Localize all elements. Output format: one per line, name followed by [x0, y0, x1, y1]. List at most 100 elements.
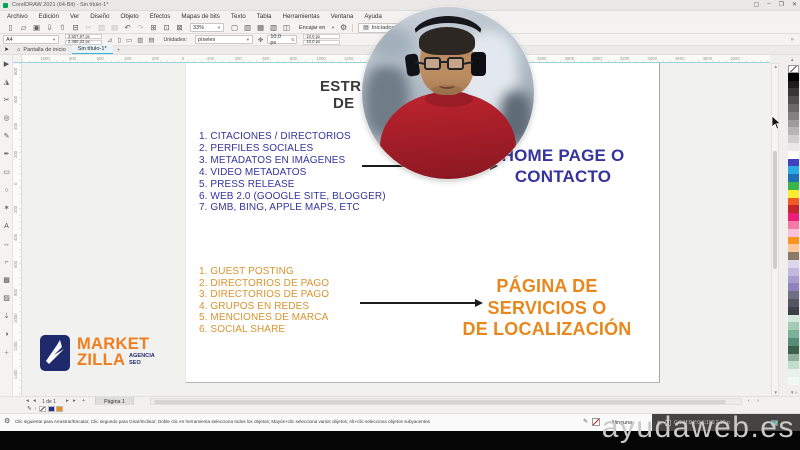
- pick-tool[interactable]: ▶: [0, 58, 13, 72]
- nudge-distance-field[interactable]: 10,0 px ⇅: [267, 35, 297, 44]
- close-icon[interactable]: ✕: [792, 1, 797, 8]
- palette-swatch[interactable]: [788, 151, 799, 159]
- minimize-icon[interactable]: –: [767, 1, 770, 8]
- show-rulers-icon[interactable]: ▥: [241, 22, 254, 34]
- palette-swatch[interactable]: [788, 198, 799, 206]
- export-icon[interactable]: ⇧: [56, 22, 69, 34]
- palette-swatch[interactable]: [788, 276, 799, 284]
- menu-item[interactable]: Archivo: [7, 13, 28, 20]
- status-gear-icon[interactable]: ⚙: [4, 417, 10, 425]
- no-color-swatch[interactable]: [788, 65, 799, 73]
- palette-swatch[interactable]: [788, 330, 799, 338]
- offpage-strategy-list[interactable]: 1. GUEST POSTING2. DIRECTORIOS DE PAGO3.…: [199, 266, 329, 336]
- page-size-select[interactable]: A4 ▼: [3, 35, 59, 44]
- text-tool[interactable]: A: [0, 220, 13, 234]
- import-icon[interactable]: ⇩: [43, 22, 56, 34]
- palette-swatch[interactable]: [788, 159, 799, 167]
- dimension-tool[interactable]: ↔: [0, 238, 13, 252]
- palette-swatch[interactable]: [788, 322, 799, 330]
- show-grid-icon[interactable]: ▦: [254, 22, 267, 34]
- palette-swatch[interactable]: [788, 252, 799, 260]
- fit-page-dropdown[interactable]: Encajar en ▼: [297, 23, 337, 32]
- menu-item[interactable]: Texto: [231, 13, 246, 20]
- artistic-media-tool[interactable]: ✒: [0, 148, 13, 162]
- zoom-tool[interactable]: ◎: [0, 112, 13, 126]
- palette-swatch[interactable]: [788, 369, 799, 377]
- palette-flyout-icon[interactable]: »: [795, 390, 798, 395]
- page-height-field[interactable]: 2.480,32 px: [65, 40, 102, 45]
- palette-swatch[interactable]: [788, 260, 799, 268]
- duplicate-y-field[interactable]: 10,0 px: [303, 40, 340, 45]
- propbar-overflow-icon[interactable]: »: [791, 37, 794, 43]
- orientation-icon[interactable]: ⊡: [160, 22, 173, 34]
- scroll-up-icon[interactable]: ▲: [774, 64, 778, 69]
- draw-units-icon[interactable]: ⊠: [173, 22, 186, 34]
- page-width-field[interactable]: 3.507,87 px: [65, 34, 102, 39]
- all-pages-button[interactable]: ▥: [137, 36, 143, 44]
- menu-item[interactable]: Ventana: [331, 13, 354, 20]
- palette-swatch[interactable]: [788, 354, 799, 362]
- palette-swatch[interactable]: [788, 120, 799, 128]
- palette-swatch[interactable]: [788, 166, 799, 174]
- palette-swatch[interactable]: [788, 104, 799, 112]
- prev-page-icon[interactable]: ◂: [33, 398, 36, 404]
- tab-welcome[interactable]: ⌂ Pantalla de inicio: [11, 45, 72, 54]
- scrollbar-thumb[interactable]: [773, 151, 777, 269]
- tab-document[interactable]: Sin título-1*: [72, 45, 113, 54]
- first-page-icon[interactable]: ◂: [26, 398, 29, 404]
- palette-swatch[interactable]: [788, 81, 799, 89]
- menu-item[interactable]: Diseño: [90, 13, 109, 20]
- undo-icon[interactable]: ↶: [121, 22, 134, 34]
- palette-swatch[interactable]: [788, 190, 799, 198]
- menu-item[interactable]: Tabla: [257, 13, 272, 20]
- palette-swatch[interactable]: [788, 143, 799, 151]
- welcome-screen-icon[interactable]: ◫: [280, 22, 293, 34]
- palette-scroll-up-icon[interactable]: ▲: [790, 57, 794, 62]
- add-tool-button[interactable]: +: [0, 346, 13, 360]
- scroll-right-icon[interactable]: ›: [757, 398, 759, 404]
- fullscreen-icon[interactable]: ▢: [228, 22, 241, 34]
- last-page-icon[interactable]: ▸: [73, 398, 76, 404]
- palette-swatch[interactable]: [788, 96, 799, 104]
- palette-swatch[interactable]: [788, 237, 799, 245]
- palette-swatch[interactable]: [788, 221, 799, 229]
- scrollbar-thumb[interactable]: [154, 400, 726, 404]
- account-icon[interactable]: ▢: [754, 1, 760, 8]
- new-tab-button[interactable]: +: [113, 47, 125, 54]
- palette-swatch[interactable]: [788, 346, 799, 354]
- menu-item[interactable]: Edición: [39, 13, 59, 20]
- no-color-swatch[interactable]: [39, 406, 46, 412]
- menu-item[interactable]: Ver: [70, 13, 79, 20]
- palette-swatch[interactable]: [788, 127, 799, 135]
- arrow-to-services-page[interactable]: [360, 302, 475, 304]
- transparency-tool[interactable]: ▨: [0, 292, 13, 306]
- vertical-scrollbar[interactable]: ▲ ▼: [771, 63, 779, 396]
- palette-swatch[interactable]: [788, 299, 799, 307]
- orange-swatch[interactable]: [56, 406, 63, 412]
- units-select[interactable]: píxeles ▼: [195, 35, 253, 44]
- palette-swatch[interactable]: [788, 244, 799, 252]
- palette-swatch[interactable]: [788, 291, 799, 299]
- print-icon[interactable]: ⊟: [69, 22, 82, 34]
- freehand-tool[interactable]: ✎: [0, 130, 13, 144]
- horizontal-scrollbar[interactable]: [150, 398, 742, 405]
- new-document-icon[interactable]: ▯: [4, 22, 17, 34]
- palette-swatch[interactable]: [788, 229, 799, 237]
- navy-swatch[interactable]: [48, 406, 55, 412]
- save-icon[interactable]: ▣: [30, 22, 43, 34]
- open-icon[interactable]: ▱: [17, 22, 30, 34]
- palette-swatch[interactable]: [788, 315, 799, 323]
- options-gear-icon[interactable]: ⚙: [340, 23, 347, 32]
- menu-item[interactable]: Objeto: [121, 13, 139, 20]
- polygon-tool[interactable]: ✶: [0, 202, 13, 216]
- palette-swatch[interactable]: [788, 135, 799, 143]
- landscape-button[interactable]: ▭: [126, 36, 132, 44]
- ellipse-tool[interactable]: ○: [0, 184, 13, 198]
- current-page-button[interactable]: ▤: [148, 36, 154, 44]
- restore-icon[interactable]: ❐: [779, 1, 784, 8]
- shape-tool[interactable]: ◮: [0, 76, 13, 90]
- portrait-button[interactable]: ▯: [117, 36, 121, 44]
- scroll-down-icon[interactable]: ▼: [774, 390, 778, 395]
- onpage-strategy-list[interactable]: 1. CITACIONES / DIRECTORIOS2. PERFILES S…: [199, 131, 386, 214]
- rectangle-tool[interactable]: ▭: [0, 166, 13, 180]
